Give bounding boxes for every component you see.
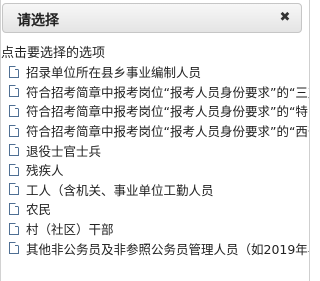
document-icon: [9, 65, 19, 78]
list-item[interactable]: 符合招考简章中报考岗位“报考人员身份要求”的“特岗: [9, 101, 309, 121]
list-item[interactable]: 退役士官士兵: [9, 140, 309, 160]
option-label[interactable]: 村（社区）干部: [26, 219, 114, 238]
option-label[interactable]: 残疾人: [26, 160, 64, 179]
option-label[interactable]: 符合招考简章中报考岗位“报考人员身份要求”的“特岗: [26, 101, 309, 120]
list-item[interactable]: 符合招考简章中报考岗位“报考人员身份要求”的“西部: [9, 121, 309, 141]
option-label[interactable]: 其他非公务员及非参照公务员管理人员（如2019年毕: [26, 239, 309, 258]
list-item[interactable]: 招录单位所在县乡事业编制人员: [9, 62, 309, 82]
option-label[interactable]: 退役士官士兵: [26, 141, 101, 160]
list-item[interactable]: 符合招考简章中报考岗位“报考人员身份要求”的“三支: [9, 82, 309, 102]
option-label[interactable]: 符合招考简章中报考岗位“报考人员身份要求”的“三支: [26, 82, 309, 101]
select-dialog: 请选择 ✖ 点击要选择的选项 招录单位所在县乡事业编制人员 符合招考简章中报考岗…: [0, 0, 310, 281]
document-icon: [9, 104, 19, 117]
list-item[interactable]: 村（社区）干部: [9, 219, 309, 239]
document-icon: [9, 124, 19, 137]
close-icon[interactable]: ✖: [277, 9, 293, 27]
option-label[interactable]: 农民: [26, 199, 51, 218]
document-icon: [9, 85, 19, 98]
dialog-titlebar: 请选择 ✖: [2, 3, 302, 33]
option-label[interactable]: 招录单位所在县乡事业编制人员: [26, 62, 201, 81]
list-item[interactable]: 农民: [9, 199, 309, 219]
list-item[interactable]: 其他非公务员及非参照公务员管理人员（如2019年毕: [9, 238, 309, 258]
document-icon: [9, 183, 19, 196]
instruction-text: 点击要选择的选项: [1, 46, 106, 61]
option-list: 招录单位所在县乡事业编制人员 符合招考简章中报考岗位“报考人员身份要求”的“三支…: [9, 62, 309, 258]
document-icon: [9, 222, 19, 235]
option-label[interactable]: 符合招考简章中报考岗位“报考人员身份要求”的“西部: [26, 121, 309, 140]
option-label[interactable]: 工人（含机关、事业单位工勤人员: [26, 180, 214, 199]
document-icon: [9, 242, 19, 255]
document-icon: [9, 144, 19, 157]
document-icon: [9, 163, 19, 176]
dialog-title: 请选择: [17, 13, 59, 29]
document-icon: [9, 202, 19, 215]
list-item[interactable]: 残疾人: [9, 160, 309, 180]
list-item[interactable]: 工人（含机关、事业单位工勤人员: [9, 180, 309, 200]
